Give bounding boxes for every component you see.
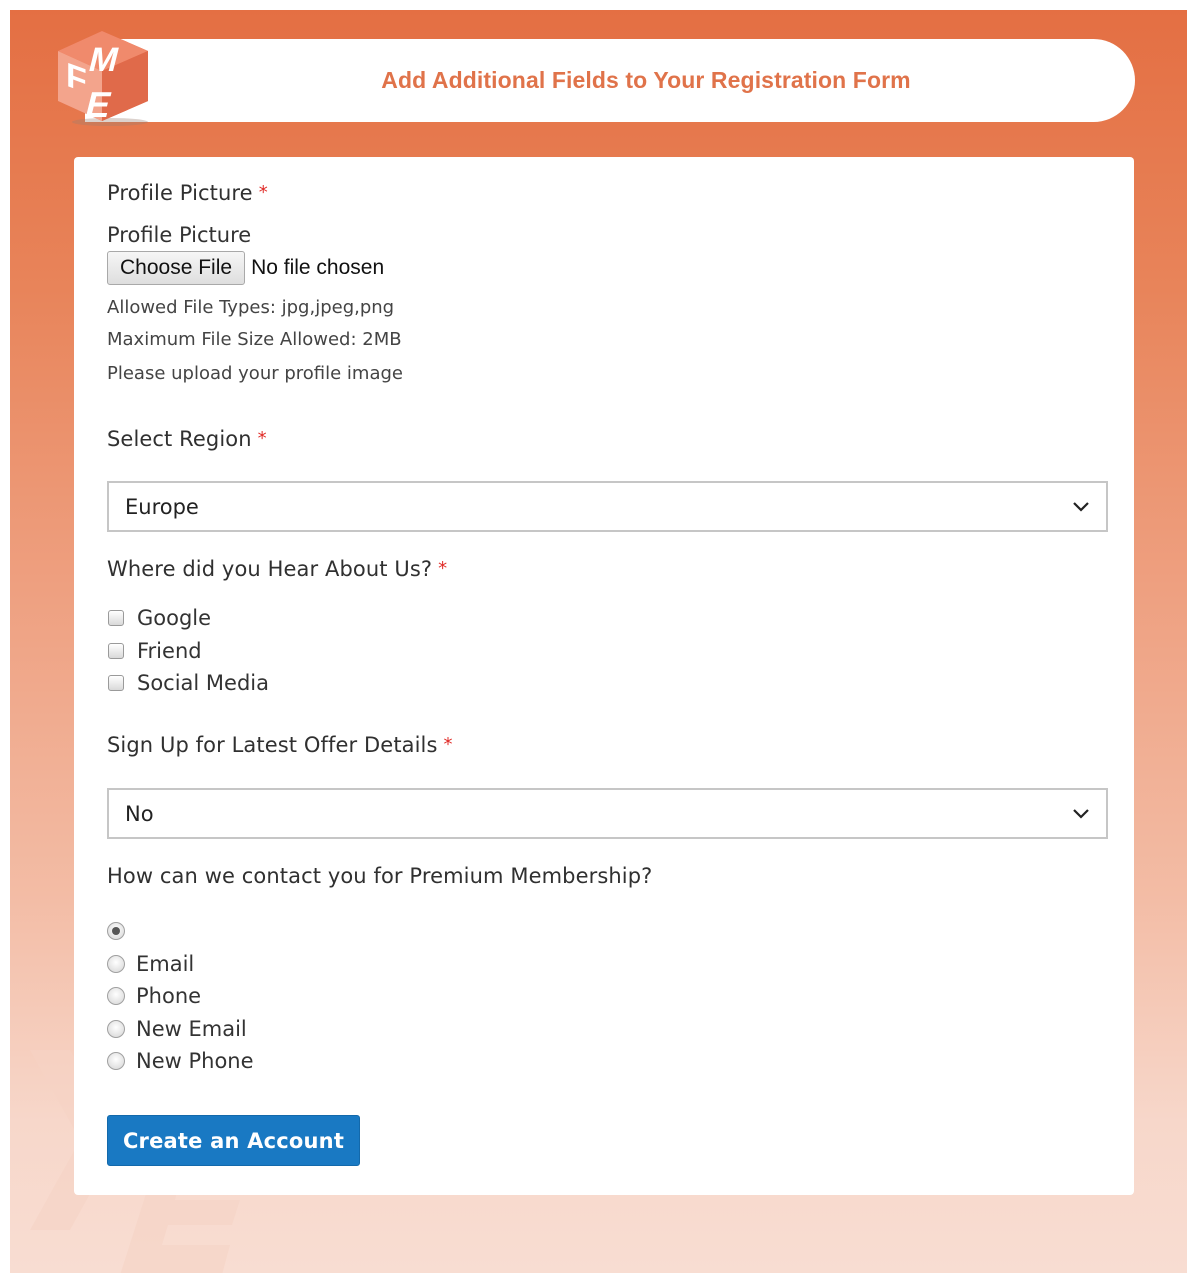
checkbox-option-friend[interactable]: Friend — [107, 635, 269, 668]
contact-method-label: How can we contact you for Premium Membe… — [107, 864, 653, 888]
region-select[interactable]: Europe — [107, 481, 1108, 532]
page-background: Add Additional Fields to Your Registrati… — [10, 10, 1187, 1273]
checkbox-option-social-media[interactable]: Social Media — [107, 667, 269, 700]
radio-button[interactable] — [107, 1019, 125, 1038]
chevron-down-icon — [1073, 502, 1089, 512]
upload-hint-note: Please upload your profile image — [107, 363, 403, 384]
required-asterisk: * — [443, 734, 453, 755]
profile-picture-field: Profile Picture * Profile Picture Choose … — [107, 181, 403, 385]
max-file-size-note: Maximum File Size Allowed: 2MB — [107, 329, 402, 350]
header-banner: Add Additional Fields to Your Registrati… — [85, 39, 1135, 122]
radio-button-selected[interactable] — [107, 922, 125, 941]
radio-option-phone[interactable]: Phone — [107, 980, 254, 1013]
radio-option-new-email[interactable]: New Email — [107, 1013, 254, 1046]
radio-button[interactable] — [107, 987, 125, 1006]
profile-picture-sublabel: Profile Picture — [107, 223, 252, 247]
checkbox-option-google[interactable]: Google — [107, 602, 269, 635]
radio-option-new-phone[interactable]: New Phone — [107, 1045, 254, 1078]
offers-label: Sign Up for Latest Offer Details * — [107, 733, 453, 757]
radio-option-blank[interactable] — [107, 915, 254, 948]
hear-about-label: Where did you Hear About Us? * — [107, 557, 448, 581]
fme-logo-icon: F M E — [58, 31, 148, 126]
radio-button[interactable] — [107, 954, 125, 973]
offers-select[interactable]: No — [107, 788, 1108, 839]
file-input: Choose File No file chosen — [107, 251, 403, 285]
region-label: Select Region * — [107, 427, 267, 451]
required-asterisk: * — [257, 428, 267, 449]
checkbox[interactable] — [108, 675, 124, 692]
allowed-file-types-note: Allowed File Types: jpg,jpeg,png — [107, 297, 395, 318]
create-account-button[interactable]: Create an Account — [107, 1115, 360, 1166]
checkbox[interactable] — [108, 610, 124, 627]
hear-about-options: Google Friend Social Media — [107, 602, 269, 700]
checkbox[interactable] — [108, 642, 124, 659]
required-asterisk: * — [438, 558, 448, 579]
profile-picture-label: Profile Picture * — [107, 181, 268, 205]
registration-form-card: Profile Picture * Profile Picture Choose … — [74, 157, 1134, 1195]
radio-button[interactable] — [107, 1052, 125, 1071]
page-title: Add Additional Fields to Your Registrati… — [381, 67, 911, 93]
radio-option-email[interactable]: Email — [107, 948, 254, 981]
required-asterisk: * — [258, 182, 268, 203]
offers-selected-value: No — [125, 801, 154, 826]
contact-method-options: Email Phone New Email New Phone — [107, 915, 254, 1078]
file-status-text: No file chosen — [251, 256, 385, 279]
region-selected-value: Europe — [125, 494, 199, 519]
logo-letter-f: F — [66, 56, 87, 101]
chevron-down-icon — [1073, 809, 1089, 819]
choose-file-button[interactable]: Choose File — [107, 251, 246, 285]
